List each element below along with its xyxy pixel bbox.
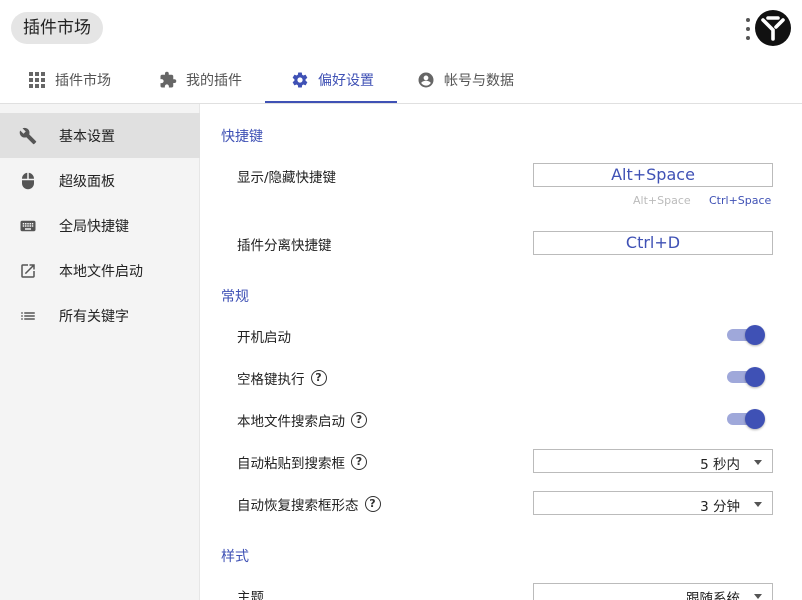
open-external-icon bbox=[21, 263, 35, 278]
sidebar-item-super-panel[interactable]: 超级面板 bbox=[0, 158, 200, 203]
toggle-knob bbox=[745, 325, 765, 345]
show-hide-hotkey-input[interactable]: Alt+Space bbox=[533, 163, 773, 187]
tab-preferences[interactable]: 偏好设置 bbox=[291, 56, 374, 104]
show-hide-hotkey-label: 显示/隐藏快捷键 bbox=[237, 166, 336, 186]
sidebar-item-basic-settings[interactable]: 基本设置 bbox=[0, 113, 200, 158]
space-exec-label: 空格键执行 ? bbox=[237, 368, 327, 388]
help-icon[interactable]: ? bbox=[351, 454, 367, 470]
dropdown-arrow-icon bbox=[754, 594, 762, 599]
select-value: 3 分钟 bbox=[700, 499, 740, 515]
sidebar-item-label: 本地文件启动 bbox=[59, 263, 143, 280]
help-icon[interactable]: ? bbox=[364, 496, 381, 512]
hotkey-suggestion-1: Alt+Space bbox=[633, 194, 691, 207]
top-tabs: 插件市场 我的插件 偏好设置 帐号与数据 bbox=[0, 56, 802, 104]
tab-label: 插件市场 bbox=[55, 73, 111, 89]
dropdown-arrow-icon bbox=[754, 502, 762, 507]
dropdown-arrow-icon bbox=[754, 460, 762, 465]
theme-select[interactable]: 跟随系统 bbox=[533, 583, 773, 600]
gear-icon bbox=[292, 72, 308, 88]
auto-paste-select[interactable]: 5 秒内 bbox=[533, 449, 773, 473]
select-value: 跟随系统 bbox=[686, 591, 740, 600]
label-text: 开机启动 bbox=[237, 330, 291, 346]
label-text: 显示/隐藏快捷键 bbox=[237, 170, 337, 186]
autostart-toggle[interactable] bbox=[727, 324, 765, 346]
toggle-knob bbox=[745, 409, 765, 429]
label-text: 主题 bbox=[237, 590, 264, 600]
local-search-label: 本地文件搜索启动 ? bbox=[237, 410, 367, 430]
help-icon[interactable]: ? bbox=[310, 370, 327, 386]
tab-account-data[interactable]: 帐号与数据 bbox=[417, 56, 514, 104]
sidebar-item-label: 基本设置 bbox=[59, 128, 115, 145]
app-header: 插件市场 bbox=[0, 0, 802, 56]
auto-restore-select[interactable]: 3 分钟 bbox=[533, 491, 773, 515]
label-text: 自动恢复搜索框形态 bbox=[237, 498, 359, 514]
auto-restore-label: 自动恢复搜索框形态 ? bbox=[237, 494, 381, 514]
section-title-hotkeys: 快捷键 bbox=[221, 129, 263, 145]
settings-panel: 快捷键 显示/隐藏快捷键 Alt+Space Alt+Space Ctrl+Sp… bbox=[201, 104, 802, 600]
label-text: 自动粘贴到搜索框 bbox=[237, 456, 345, 472]
local-search-toggle[interactable] bbox=[727, 408, 765, 430]
tab-my-plugins[interactable]: 我的插件 bbox=[159, 56, 242, 104]
app-logo-icon bbox=[755, 10, 791, 46]
sidebar-item-local-file-launch[interactable]: 本地文件启动 bbox=[0, 248, 200, 293]
app-title[interactable]: 插件市场 bbox=[11, 12, 103, 44]
label-text: 插件分离快捷键 bbox=[237, 238, 332, 254]
label-text: 空格键执行 bbox=[237, 372, 305, 388]
auto-paste-label: 自动粘贴到搜索框 ? bbox=[237, 452, 367, 472]
detach-hotkey-input[interactable]: Ctrl+D bbox=[533, 231, 773, 255]
account-icon bbox=[418, 72, 434, 88]
space-exec-toggle[interactable] bbox=[727, 366, 765, 388]
list-icon bbox=[21, 311, 35, 320]
tab-label: 我的插件 bbox=[186, 73, 242, 89]
grid-icon bbox=[29, 72, 45, 88]
sidebar-item-all-keywords[interactable]: 所有关键字 bbox=[0, 293, 200, 338]
section-title-general: 常规 bbox=[221, 289, 249, 305]
sidebar-item-global-hotkeys[interactable]: 全局快捷键 bbox=[0, 203, 200, 248]
keyboard-icon bbox=[20, 220, 36, 231]
puzzle-icon bbox=[160, 71, 177, 88]
sidebar-item-label: 全局快捷键 bbox=[59, 218, 129, 235]
settings-sidebar: 基本设置 超级面板 全局快捷键 本地文件启动 所有关键字 bbox=[0, 104, 200, 600]
mouse-icon bbox=[22, 172, 34, 189]
theme-label: 主题 bbox=[237, 586, 264, 600]
tab-label: 帐号与数据 bbox=[444, 73, 514, 89]
wrench-icon bbox=[19, 127, 37, 144]
section-title-style: 样式 bbox=[221, 549, 249, 565]
detach-hotkey-label: 插件分离快捷键 bbox=[237, 234, 332, 254]
hotkey-suggestion-2[interactable]: Ctrl+Space bbox=[709, 194, 771, 207]
select-value: 5 秒内 bbox=[700, 457, 740, 473]
help-icon[interactable]: ? bbox=[351, 412, 367, 428]
autostart-label: 开机启动 bbox=[237, 326, 291, 346]
toggle-knob bbox=[745, 367, 765, 387]
sidebar-item-label: 超级面板 bbox=[59, 173, 115, 190]
tab-plugin-market[interactable]: 插件市场 bbox=[28, 56, 111, 104]
sidebar-item-label: 所有关键字 bbox=[59, 308, 129, 325]
label-text: 本地文件搜索启动 bbox=[237, 414, 345, 430]
active-tab-indicator bbox=[265, 101, 397, 103]
tab-label: 偏好设置 bbox=[318, 73, 374, 89]
